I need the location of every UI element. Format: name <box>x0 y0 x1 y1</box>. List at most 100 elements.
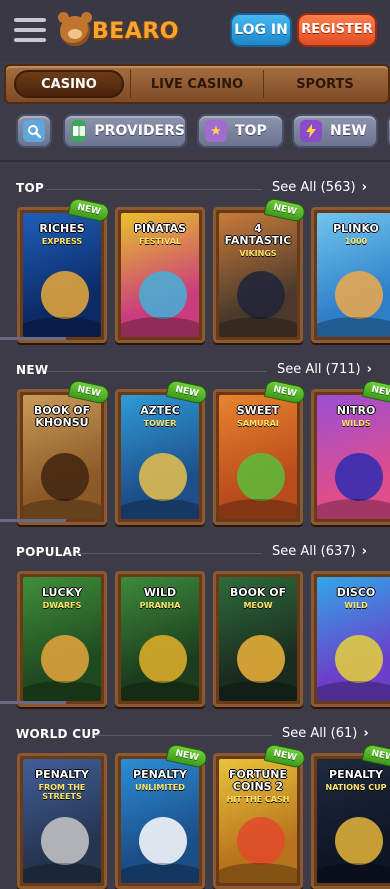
chevron-right-icon: › <box>361 180 367 195</box>
register-button[interactable]: REGISTER <box>297 13 377 47</box>
game-art-shape <box>237 453 285 501</box>
section-divider <box>0 519 66 522</box>
game-subtitle: FESTIVAL <box>138 237 182 246</box>
game-title: FORTUNE COINS 2 <box>229 768 287 793</box>
tab-live-casino[interactable]: LIVE CASINO <box>130 70 264 98</box>
game-subtitle: TOWER <box>143 419 177 428</box>
game-card[interactable]: BOOK OF MEOW <box>213 571 303 707</box>
game-art-shape <box>335 453 383 501</box>
game-art-shape <box>41 635 89 683</box>
game-subtitle: NATIONS CUP <box>325 783 387 792</box>
game-subtitle: FROM THE STREETS <box>38 783 86 801</box>
game-subtitle: UNLIMITED <box>135 783 185 792</box>
game-art-shadow <box>219 499 297 519</box>
game-thumbnail: NITRO WILDS <box>317 395 390 519</box>
game-title: RICHES <box>39 222 85 235</box>
game-card[interactable]: SWEET SAMURAI <box>213 389 303 525</box>
section-title: NEW <box>16 363 49 377</box>
game-card[interactable]: NITRO WILDS <box>311 389 390 525</box>
game-card[interactable]: 4 FANTASTIC VIKINGS <box>213 207 303 343</box>
game-art-shadow <box>317 499 390 519</box>
section-title: WORLD CUP <box>16 727 101 741</box>
game-thumbnail: PLINKO 1000 <box>317 213 390 337</box>
game-card[interactable]: AZTEC TOWER <box>115 389 205 525</box>
game-title: PENALTY <box>133 768 187 781</box>
game-card[interactable]: PENALTY FROM THE STREETS <box>17 753 107 889</box>
game-title: 4 FANTASTIC <box>224 222 292 247</box>
game-art-shadow <box>317 681 390 701</box>
see-all-link[interactable]: See All (711) › <box>277 362 372 377</box>
game-thumbnail: DISCO WILD <box>317 577 390 701</box>
bolt-icon <box>300 120 322 142</box>
game-carousel[interactable]: RICHES EXPRESS NEW PIÑATAS FESTIVAL 4 FANTAST… <box>0 197 390 343</box>
game-art-shadow <box>121 681 199 701</box>
category-tabs: CASINO LIVE CASINO SPORTS <box>4 64 390 104</box>
top-filter-button[interactable]: ★ TOP <box>197 114 284 148</box>
game-art-shape <box>41 453 89 501</box>
game-art-shadow <box>317 317 390 337</box>
game-thumbnail: FORTUNE COINS 2 HIT THE CASH <box>219 759 297 883</box>
game-art-shape <box>139 271 187 319</box>
see-all-label: See All (61) <box>282 726 358 741</box>
game-art-shadow <box>121 499 199 519</box>
game-subtitle: PIRANHA <box>139 601 181 610</box>
tab-casino[interactable]: CASINO <box>14 70 124 98</box>
see-all-label: See All (563) <box>272 180 356 195</box>
game-card[interactable]: FORTUNE COINS 2 HIT THE CASH <box>213 753 303 889</box>
section-rule <box>78 553 262 554</box>
game-thumbnail: 4 FANTASTIC VIKINGS <box>219 213 297 337</box>
game-subtitle: DWARFS <box>42 601 82 610</box>
game-thumbnail: PENALTY NATIONS CUP <box>317 759 390 883</box>
game-art-shape <box>41 817 89 865</box>
game-thumbnail: SWEET SAMURAI <box>219 395 297 519</box>
game-art-shape <box>335 635 383 683</box>
game-art-shadow <box>219 863 297 883</box>
section-rule <box>46 189 262 190</box>
game-subtitle: 1000 <box>344 237 368 246</box>
game-card[interactable]: PIÑATAS FESTIVAL <box>115 207 205 343</box>
section-rule <box>94 735 272 736</box>
game-art-shadow <box>23 317 101 337</box>
game-subtitle: WILDS <box>341 419 371 428</box>
game-art-shape <box>237 271 285 319</box>
game-art-shape <box>139 817 187 865</box>
see-all-link[interactable]: See All (61) › <box>282 726 369 741</box>
game-thumbnail: WILD PIRANHA <box>121 577 199 701</box>
game-title: PLINKO <box>333 222 379 235</box>
game-card[interactable]: DISCO WILD <box>311 571 390 707</box>
game-art-shape <box>41 271 89 319</box>
game-card[interactable]: PLINKO 1000 <box>311 207 390 343</box>
game-carousel[interactable]: LUCKY DWARFS WILD PIRANHA BOOK OF MEOW DISCO WI… <box>0 571 390 707</box>
game-card[interactable]: LUCKY DWARFS <box>17 571 107 707</box>
see-all-link[interactable]: See All (637) › <box>272 544 367 559</box>
game-carousel[interactable]: PENALTY FROM THE STREETS PENALTY UNLIMITED N… <box>0 743 390 889</box>
game-card[interactable]: WILD PIRANHA <box>115 571 205 707</box>
chevron-right-icon: › <box>361 544 367 559</box>
section-divider <box>0 337 66 340</box>
game-title: BOOK OF <box>229 586 287 599</box>
login-button[interactable]: LOG IN <box>230 13 292 47</box>
game-thumbnail: AZTEC TOWER <box>121 395 199 519</box>
providers-filter-button[interactable]: PROVIDERS <box>63 114 187 148</box>
menu-icon[interactable] <box>14 18 46 42</box>
top-label: TOP <box>235 123 267 139</box>
game-art-shape <box>335 271 383 319</box>
game-card[interactable]: RICHES EXPRESS <box>17 207 107 343</box>
game-card[interactable]: PENALTY NATIONS CUP <box>311 753 390 889</box>
see-all-link[interactable]: See All (563) › <box>272 180 367 195</box>
brand-logo[interactable]: BEARO <box>58 12 179 48</box>
divider <box>0 160 390 162</box>
search-button[interactable] <box>16 114 52 148</box>
game-card[interactable]: BOOK OF KHONSU <box>17 389 107 525</box>
book-icon <box>71 120 87 142</box>
game-art-shadow <box>23 681 101 701</box>
game-card[interactable]: PENALTY UNLIMITED <box>115 753 205 889</box>
game-title: PENALTY <box>35 768 89 781</box>
app-header: BEARO LOG IN REGISTER <box>0 0 390 62</box>
game-carousel[interactable]: BOOK OF KHONSU NEW AZTEC TOWER NEW SWEET SAMUR… <box>0 379 390 525</box>
game-art-shadow <box>23 499 101 519</box>
tab-sports[interactable]: SPORTS <box>264 70 386 98</box>
game-thumbnail: PENALTY FROM THE STREETS <box>23 759 101 883</box>
new-filter-button[interactable]: NEW <box>292 114 378 148</box>
section-divider <box>0 701 66 704</box>
